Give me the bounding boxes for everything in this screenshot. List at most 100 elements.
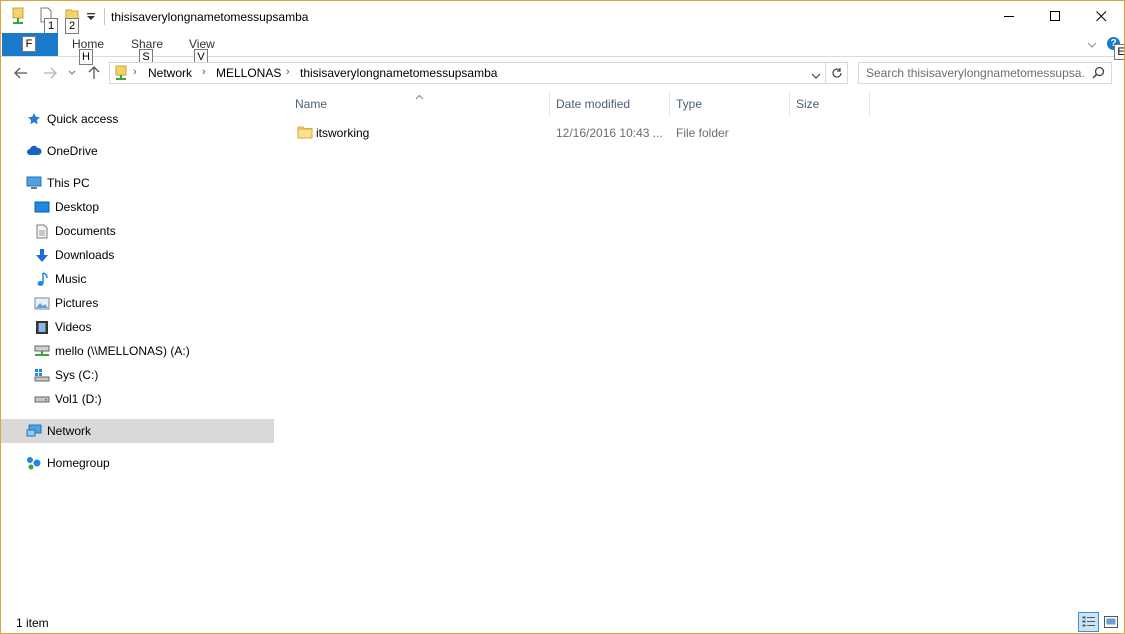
forward-button[interactable] [39, 63, 61, 83]
column-divider[interactable] [669, 91, 670, 117]
ribbon-tabs: F Home H Share S View V ? E [1, 33, 1124, 65]
sidebar-item-label: Quick access [47, 112, 119, 126]
sidebar-item-desktop[interactable]: Desktop [1, 195, 274, 219]
up-button[interactable] [83, 63, 105, 83]
large-icons-view-button[interactable] [1100, 612, 1121, 632]
desktop-icon [34, 199, 50, 215]
network-folder-icon [115, 65, 127, 84]
sidebar-item-network[interactable]: Network [1, 419, 274, 443]
sidebar-item-label: Documents [55, 224, 116, 238]
sidebar-item-quick-access[interactable]: Quick access [1, 107, 274, 131]
qat-keytip-2: 2 [65, 18, 79, 34]
address-bar[interactable]: › Network › MELLONAS › thisisaverylongna… [109, 62, 826, 84]
close-button[interactable] [1078, 1, 1124, 32]
column-header-type[interactable]: Type [676, 97, 702, 111]
window-title: thisisaverylongnametomessupsamba [111, 10, 309, 24]
help-keytip: E [1114, 44, 1124, 60]
column-divider[interactable] [549, 91, 550, 117]
network-icon [26, 423, 42, 439]
details-view-icon [1082, 616, 1095, 627]
network-drive-icon [34, 343, 50, 359]
breadcrumb-current-folder[interactable]: thisisaverylongnametomessupsamba [300, 66, 497, 80]
breadcrumb-separator[interactable]: › [286, 66, 290, 78]
recent-locations-button[interactable] [65, 63, 79, 83]
search-icon[interactable] [1092, 66, 1105, 82]
system-drive-icon [34, 367, 50, 383]
sidebar-item-downloads[interactable]: Downloads [1, 243, 274, 267]
breadcrumb-separator[interactable]: › [202, 66, 206, 78]
cloud-icon [26, 143, 42, 159]
back-arrow-icon [14, 67, 27, 79]
title-bar: 1 2 thisisaverylongnametomessupsamba [1, 1, 1124, 34]
large-icons-view-icon [1103, 616, 1118, 628]
maximize-icon [1049, 11, 1060, 21]
homegroup-icon [26, 455, 42, 471]
folder-icon [297, 124, 313, 143]
column-header-name[interactable]: Name [295, 97, 327, 111]
sidebar-item-label: Vol1 (D:) [55, 392, 102, 406]
forward-arrow-icon [44, 67, 57, 79]
navigation-pane: Quick access OneDrive This PC Desktop Do… [1, 93, 274, 609]
pictures-icon [34, 295, 50, 311]
sidebar-item-homegroup[interactable]: Homegroup [1, 451, 274, 475]
sidebar-item-label: Downloads [55, 248, 115, 262]
sidebar-item-sys-drive[interactable]: Sys (C:) [1, 363, 274, 387]
file-row[interactable]: itsworking 12/16/2016 10:43 ... File fol… [291, 121, 871, 143]
back-button[interactable] [10, 63, 32, 83]
sort-ascending-icon [415, 89, 424, 103]
drive-icon [34, 391, 50, 407]
sidebar-item-label: OneDrive [47, 144, 98, 158]
sidebar-item-music[interactable]: Music [1, 267, 274, 291]
sidebar-item-pictures[interactable]: Pictures [1, 291, 274, 315]
sidebar-item-this-pc[interactable]: This PC [1, 171, 274, 195]
qat-dropdown-icon[interactable] [87, 10, 95, 24]
sidebar-item-label: Desktop [55, 200, 100, 214]
refresh-icon [831, 68, 842, 78]
details-view-button[interactable] [1078, 612, 1099, 632]
qat-keytip-1: 1 [44, 18, 58, 34]
refresh-button[interactable] [826, 62, 848, 84]
sidebar-item-label: Homegroup [47, 456, 110, 470]
search-box[interactable] [858, 62, 1112, 84]
sidebar-item-label: Network [47, 424, 92, 438]
expand-ribbon-icon[interactable] [1087, 38, 1097, 52]
column-divider[interactable] [789, 91, 790, 117]
chevron-down-icon [68, 70, 76, 75]
sidebar-item-videos[interactable]: Videos [1, 315, 274, 339]
explorer-window: 1 2 thisisaverylongnametomessupsamba F H… [0, 0, 1125, 634]
sidebar-item-label: This PC [47, 176, 90, 190]
search-input[interactable] [859, 63, 1085, 83]
file-keytip: F [22, 36, 36, 52]
sidebar-item-onedrive[interactable]: OneDrive [1, 139, 274, 163]
sidebar-item-label: Music [55, 272, 87, 286]
breadcrumb-mellonas[interactable]: MELLONAS [216, 66, 281, 80]
close-icon [1095, 11, 1106, 22]
document-icon [34, 223, 50, 239]
sidebar-item-documents[interactable]: Documents [1, 219, 274, 243]
minimize-button[interactable] [986, 1, 1032, 32]
title-separator [104, 8, 105, 25]
computer-icon [26, 175, 42, 191]
video-icon [34, 319, 50, 335]
music-icon [34, 271, 50, 287]
sidebar-item-label: Pictures [55, 296, 99, 310]
column-header-size[interactable]: Size [796, 97, 819, 111]
download-icon [34, 247, 50, 263]
breadcrumb-network[interactable]: Network [148, 66, 192, 80]
maximize-button[interactable] [1032, 1, 1078, 32]
star-icon [26, 111, 42, 127]
breadcrumb-separator[interactable]: › [133, 66, 137, 78]
file-tab[interactable]: F [2, 33, 58, 56]
status-item-count: 1 item [16, 616, 49, 630]
minimize-icon [1003, 16, 1014, 17]
up-arrow-icon [88, 66, 100, 79]
sidebar-item-network-drive[interactable]: mello (\\MELLONAS) (A:) [1, 339, 274, 363]
sidebar-item-label: Videos [55, 320, 92, 334]
column-divider[interactable] [869, 91, 870, 117]
address-dropdown-icon[interactable] [811, 69, 821, 83]
file-name[interactable]: itsworking [316, 126, 369, 140]
sidebar-item-label: mello (\\MELLONAS) (A:) [55, 344, 190, 358]
column-header-date-modified[interactable]: Date modified [556, 97, 630, 111]
file-type: File folder [676, 126, 729, 140]
sidebar-item-vol1-drive[interactable]: Vol1 (D:) [1, 387, 274, 411]
